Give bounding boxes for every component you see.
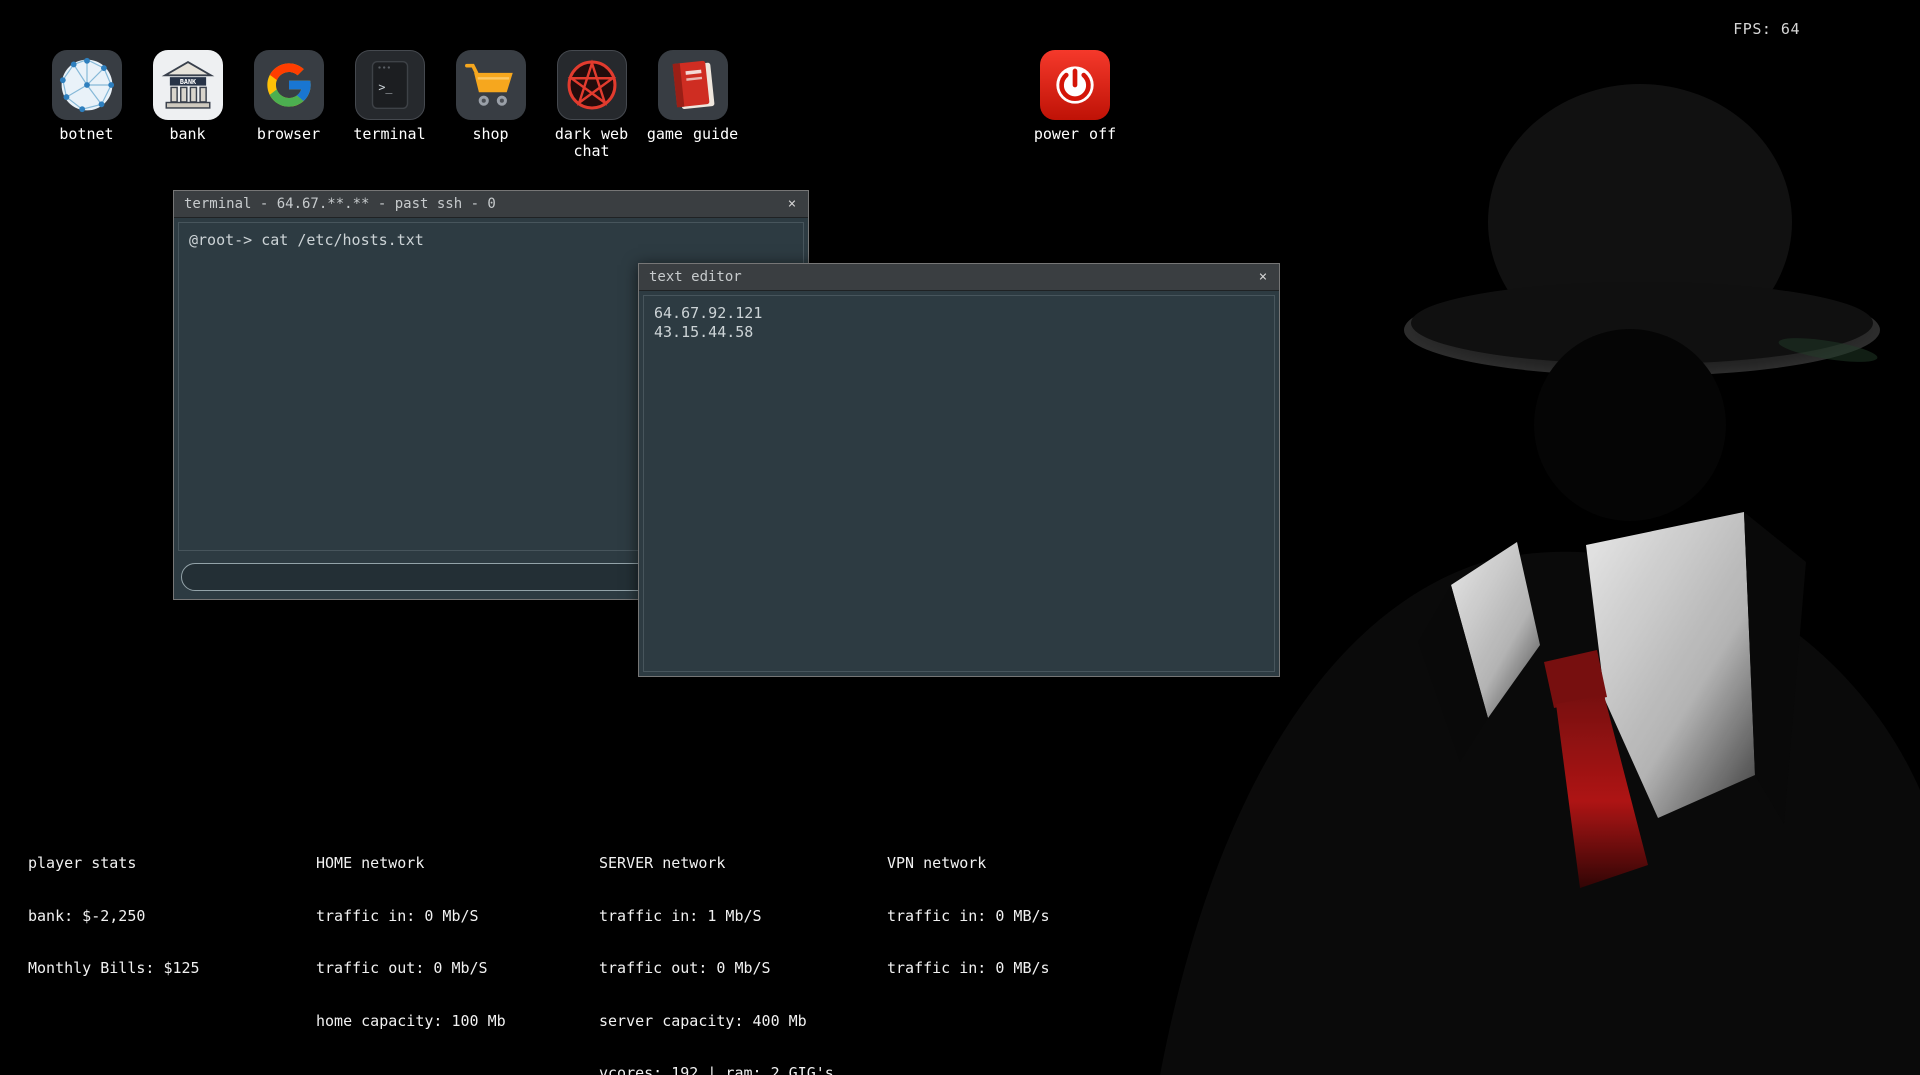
hud-line: traffic in: 0 Mb/S: [316, 908, 506, 926]
text-editor-close-button[interactable]: ×: [1247, 264, 1279, 290]
editor-line: 64.67.92.121: [654, 304, 1264, 323]
icon-label: game guide: [647, 126, 738, 143]
terminal-titlebar[interactable]: terminal - 64.67.**.** - past ssh - 0 ×: [174, 191, 808, 218]
terminal-output-line: @root-> cat /etc/hosts.txt: [189, 231, 793, 249]
hud-line: traffic out: 0 Mb/S: [599, 960, 834, 978]
desktop-icon-game-guide[interactable]: game guide: [642, 50, 743, 160]
svg-text:>_: >_: [378, 80, 393, 94]
icon-label: terminal: [353, 126, 425, 143]
hud-vpn-network: VPN network traffic in: 0 MB/s traffic i…: [887, 820, 1050, 995]
red-book-icon: [664, 56, 722, 114]
hud-home-network: HOME network traffic in: 0 Mb/S traffic …: [316, 820, 506, 1048]
desktop-icon-browser[interactable]: browser: [238, 50, 339, 160]
icon-label: bank: [169, 126, 205, 143]
desktop-icon-bank[interactable]: BANK bank: [137, 50, 238, 160]
terminal-title: terminal - 64.67.**.** - past ssh - 0: [184, 196, 776, 212]
terminal-prompt-icon: >_: [362, 57, 418, 113]
network-globe-icon: [58, 56, 116, 114]
hud-line: server capacity: 400 Mb: [599, 1013, 834, 1031]
fps-counter: FPS: 64: [1733, 20, 1800, 38]
shopping-cart-icon: [462, 56, 520, 114]
hud-line: Monthly Bills: $125: [28, 960, 200, 978]
hud-title: VPN network: [887, 855, 1050, 873]
hud-line: traffic in: 0 MB/s: [887, 908, 1050, 926]
editor-line: 43.15.44.58: [654, 323, 1264, 342]
icon-label: browser: [257, 126, 320, 143]
desktop-icon-power-off[interactable]: power off: [1020, 50, 1130, 143]
svg-text:BANK: BANK: [179, 78, 196, 86]
hud-player-stats: player stats bank: $-2,250 Monthly Bills…: [28, 820, 200, 995]
hud-line: vcores: 192 | ram: 2 GIG's: [599, 1065, 834, 1075]
hud-title: HOME network: [316, 855, 506, 873]
desktop-icon-shop[interactable]: shop: [440, 50, 541, 160]
icon-label: botnet: [59, 126, 113, 143]
text-editor-titlebar[interactable]: text editor ×: [639, 264, 1279, 291]
hud-line: bank: $-2,250: [28, 908, 200, 926]
text-editor-title: text editor: [649, 269, 1247, 285]
power-icon: [1047, 57, 1103, 113]
icon-label: dark web chat: [541, 126, 642, 160]
terminal-close-button[interactable]: ×: [776, 191, 808, 217]
hud-title: player stats: [28, 855, 200, 873]
hud-line: home capacity: 100 Mb: [316, 1013, 506, 1031]
desktop-icon-dark-web-chat[interactable]: dark web chat: [541, 50, 642, 160]
hud-server-network: SERVER network traffic in: 1 Mb/S traffi…: [599, 820, 834, 1075]
hud-line: traffic out: 0 Mb/S: [316, 960, 506, 978]
bank-building-icon: BANK: [159, 56, 217, 114]
desktop-icon-terminal[interactable]: >_ terminal: [339, 50, 440, 160]
desktop-icon-botnet[interactable]: botnet: [36, 50, 137, 160]
pentagram-icon: [563, 56, 621, 114]
icon-label: shop: [472, 126, 508, 143]
text-editor-window: text editor × 64.67.92.121 43.15.44.58: [638, 263, 1280, 677]
hud-line: traffic in: 0 MB/s: [887, 960, 1050, 978]
icon-label: power off: [1034, 126, 1116, 143]
desktop-icon-row: botnet BANK bank: [36, 50, 743, 160]
hud-line: traffic in: 1 Mb/S: [599, 908, 834, 926]
google-g-icon: [263, 59, 315, 111]
hud-title: SERVER network: [599, 855, 834, 873]
text-editor-content[interactable]: 64.67.92.121 43.15.44.58: [643, 295, 1275, 672]
